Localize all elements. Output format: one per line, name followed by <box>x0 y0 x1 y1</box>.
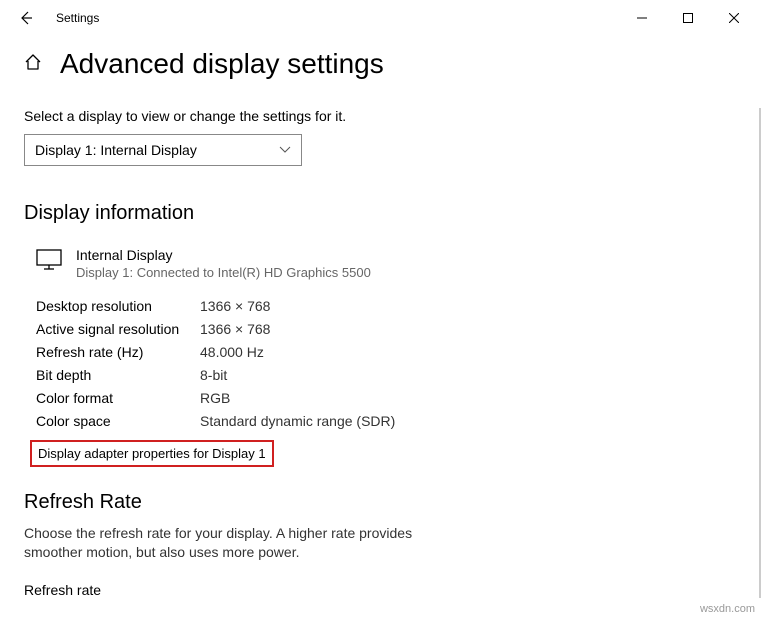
monitor-icon <box>36 249 62 280</box>
prop-value: 8-bit <box>200 367 227 383</box>
prop-row-refresh-rate: Refresh rate (Hz)48.000 Hz <box>36 344 737 360</box>
refresh-rate-heading: Refresh Rate <box>24 491 737 514</box>
display-information-heading: Display information <box>24 202 737 225</box>
minimize-button[interactable] <box>619 0 665 36</box>
prop-label: Color format <box>36 390 200 406</box>
prop-row-color-space: Color spaceStandard dynamic range (SDR) <box>36 413 737 429</box>
refresh-rate-label: Refresh rate <box>24 582 737 598</box>
content-area: Advanced display settings Select a displ… <box>0 36 761 598</box>
window-title: Settings <box>48 11 619 25</box>
prop-label: Refresh rate (Hz) <box>36 344 200 360</box>
chevron-down-icon <box>279 143 291 157</box>
prop-value: 48.000 Hz <box>200 344 264 360</box>
back-button[interactable] <box>4 0 48 36</box>
adapter-link-wrap: Display adapter properties for Display 1 <box>24 436 737 467</box>
prop-row-color-format: Color formatRGB <box>36 390 737 406</box>
display-name: Internal Display <box>76 247 371 263</box>
maximize-button[interactable] <box>665 0 711 36</box>
maximize-icon <box>683 13 693 23</box>
prop-value: Standard dynamic range (SDR) <box>200 413 395 429</box>
home-button[interactable] <box>24 53 42 76</box>
display-identity-row: Internal Display Display 1: Connected to… <box>24 247 737 280</box>
minimize-icon <box>637 13 647 23</box>
display-identity-text: Internal Display Display 1: Connected to… <box>76 247 371 280</box>
close-button[interactable] <box>711 0 757 36</box>
page-title: Advanced display settings <box>60 48 384 80</box>
refresh-rate-description: Choose the refresh rate for your display… <box>24 524 444 562</box>
header-row: Advanced display settings <box>24 48 737 80</box>
prop-label: Active signal resolution <box>36 321 200 337</box>
display-subtitle: Display 1: Connected to Intel(R) HD Grap… <box>76 265 371 280</box>
window-controls <box>619 0 757 36</box>
prop-value: 1366 × 768 <box>200 298 270 314</box>
prop-value: 1366 × 768 <box>200 321 270 337</box>
home-icon <box>24 53 42 71</box>
display-selector-dropdown[interactable]: Display 1: Internal Display <box>24 134 302 166</box>
prop-row-bit-depth: Bit depth8-bit <box>36 367 737 383</box>
watermark-text: wsxdn.com <box>700 603 755 615</box>
back-arrow-icon <box>18 10 34 26</box>
close-icon <box>729 13 739 23</box>
select-display-instruction: Select a display to view or change the s… <box>24 108 737 124</box>
dropdown-selected-value: Display 1: Internal Display <box>35 142 197 158</box>
prop-label: Desktop resolution <box>36 298 200 314</box>
prop-row-desktop-resolution: Desktop resolution1366 × 768 <box>36 298 737 314</box>
display-adapter-properties-link[interactable]: Display adapter properties for Display 1 <box>30 440 274 467</box>
prop-row-active-signal-resolution: Active signal resolution1366 × 768 <box>36 321 737 337</box>
prop-value: RGB <box>200 390 230 406</box>
titlebar: Settings <box>0 0 761 36</box>
prop-label: Bit depth <box>36 367 200 383</box>
prop-label: Color space <box>36 413 200 429</box>
display-properties-list: Desktop resolution1366 × 768 Active sign… <box>24 298 737 429</box>
